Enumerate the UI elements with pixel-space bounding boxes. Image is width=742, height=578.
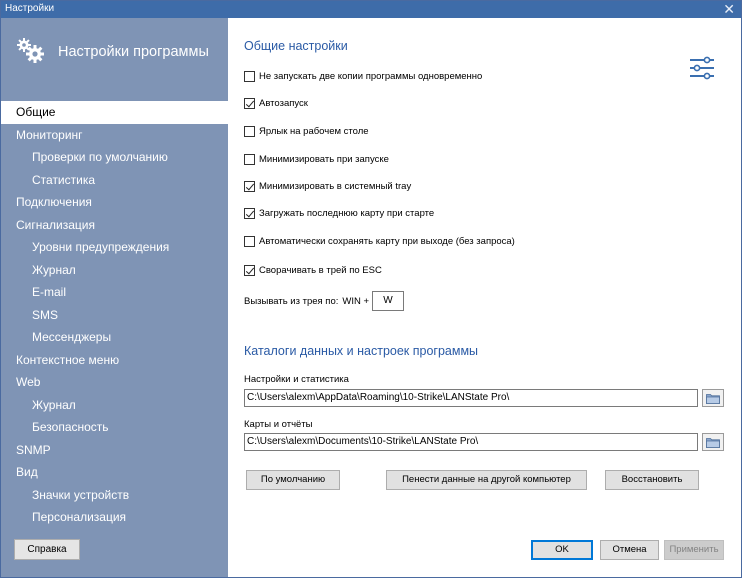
hotkey-label: Вызывать из трея по: — [244, 295, 339, 307]
sidebar-item-web[interactable]: Web — [1, 371, 228, 394]
gears-icon — [17, 38, 44, 63]
sidebar-item-statistics[interactable]: Статистика — [1, 169, 228, 192]
option-esc-to-tray[interactable]: Сворачивать в трей по ESC — [244, 263, 382, 277]
sidebar-item-personalization[interactable]: Персонализация — [1, 506, 228, 529]
catalogs-title: Каталоги данных и настроек программы — [244, 344, 479, 358]
sidebar-header-text: Настройки программы — [58, 44, 209, 60]
option-minimize-on-start[interactable]: Минимизировать при запуске — [244, 152, 389, 166]
sidebar-item-alerts-log[interactable]: Журнал — [1, 259, 228, 282]
checkbox[interactable] — [244, 125, 255, 137]
ok-button[interactable]: OK — [531, 540, 593, 560]
option-label: Не запускать две копии программы одновре… — [259, 70, 483, 82]
browse-maps-button[interactable] — [702, 433, 724, 451]
option-label: Загружать последнюю карту при старте — [259, 207, 435, 219]
checkbox[interactable] — [244, 235, 255, 247]
option-label: Сворачивать в трей по ESC — [259, 264, 382, 276]
sidebar-item-general[interactable]: Общие — [1, 101, 228, 124]
settings-path-label: Настройки и статистика — [244, 374, 349, 385]
maps-path-label: Карты и отчёты — [244, 419, 313, 430]
tray-hotkey-row: Вызывать из трея по: WIN + W — [244, 291, 405, 311]
checkbox[interactable] — [244, 180, 255, 192]
browse-settings-button[interactable] — [702, 389, 724, 407]
folder-icon — [706, 394, 720, 404]
sliders-icon[interactable] — [688, 55, 716, 81]
sidebar-item-web-log[interactable]: Журнал — [1, 394, 228, 417]
option-label: Минимизировать в системный tray — [259, 180, 412, 192]
general-settings-title: Общие настройки — [244, 39, 348, 53]
sidebar-item-monitoring[interactable]: Мониторинг — [1, 124, 228, 147]
sidebar-item-connections[interactable]: Подключения — [1, 191, 228, 214]
apply-button[interactable]: Применить — [664, 540, 724, 560]
folder-icon — [706, 438, 720, 448]
checkbox[interactable] — [244, 153, 255, 165]
hotkey-key-input[interactable]: W — [372, 291, 405, 311]
sidebar: Настройки программы Общие Мониторинг Про… — [1, 18, 228, 577]
help-button[interactable]: Справка — [14, 539, 80, 560]
option-label: Автоматически сохранять карту при выходе… — [259, 235, 515, 247]
settings-window: Настройки ✕ Настройки программы Общие Мо… — [0, 0, 742, 578]
option-label: Минимизировать при запуске — [259, 153, 389, 165]
maps-path-input[interactable]: C:\Users\alexm\Documents\10-Strike\LANSt… — [244, 433, 698, 451]
restore-button[interactable]: Восстановить — [605, 470, 699, 490]
sidebar-item-default-checks[interactable]: Проверки по умолчанию — [1, 146, 228, 169]
checkbox[interactable] — [244, 264, 255, 276]
option-load-last-map[interactable]: Загружать последнюю карту при старте — [244, 206, 434, 220]
settings-path-input[interactable]: C:\Users\alexm\AppData\Roaming\10-Strike… — [244, 389, 698, 407]
sidebar-item-view[interactable]: Вид — [1, 461, 228, 484]
sidebar-item-email[interactable]: E-mail — [1, 281, 228, 304]
sidebar-item-snmp[interactable]: SNMP — [1, 439, 228, 462]
sidebar-item-warning-levels[interactable]: Уровни предупреждения — [1, 236, 228, 259]
option-single-instance[interactable]: Не запускать две копии программы одновре… — [244, 69, 482, 83]
sidebar-item-device-icons[interactable]: Значки устройств — [1, 484, 228, 507]
transfer-data-button[interactable]: Пенести данные на другой компьютер — [386, 470, 587, 490]
option-desktop-shortcut[interactable]: Ярлык на рабочем столе — [244, 124, 369, 138]
option-autostart[interactable]: Автозапуск — [244, 96, 308, 110]
sidebar-item-messengers[interactable]: Мессенджеры — [1, 326, 228, 349]
sidebar-header: Настройки программы — [15, 34, 225, 64]
title-bar: Настройки ✕ — [1, 1, 741, 18]
sidebar-nav: Общие Мониторинг Проверки по умолчанию С… — [1, 101, 228, 529]
option-minimize-to-tray[interactable]: Минимизировать в системный tray — [244, 179, 411, 193]
sidebar-item-sms[interactable]: SMS — [1, 304, 228, 327]
default-paths-button[interactable]: По умолчанию — [246, 470, 340, 490]
option-autosave-map[interactable]: Автоматически сохранять карту при выходе… — [244, 234, 515, 248]
cancel-button[interactable]: Отмена — [600, 540, 659, 560]
checkbox[interactable] — [244, 207, 255, 219]
main-panel: Общие настройки Не запускать две копии п… — [228, 18, 741, 577]
option-label: Автозапуск — [259, 97, 308, 109]
sidebar-item-security[interactable]: Безопасность — [1, 416, 228, 439]
sidebar-item-context-menu[interactable]: Контекстное меню — [1, 349, 228, 372]
close-icon[interactable]: ✕ — [723, 1, 735, 17]
option-label: Ярлык на рабочем столе — [259, 125, 369, 137]
hotkey-modifier: WIN + — [342, 295, 370, 307]
checkbox[interactable] — [244, 70, 255, 82]
window-title: Настройки — [5, 3, 55, 14]
sidebar-item-alerts[interactable]: Сигнализация — [1, 214, 228, 237]
checkbox[interactable] — [244, 97, 255, 109]
